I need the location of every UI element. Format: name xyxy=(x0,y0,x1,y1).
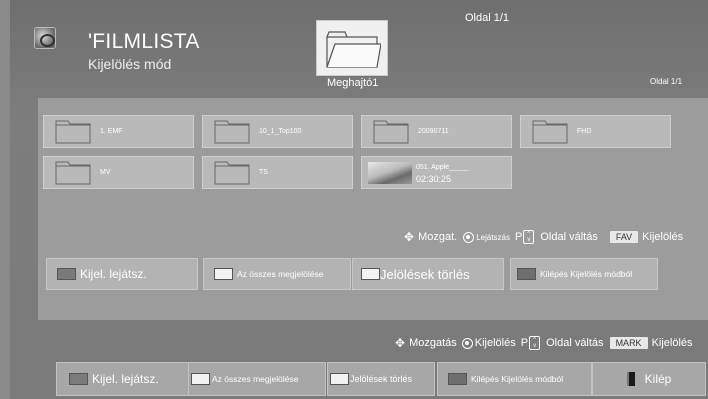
ok-radio-icon xyxy=(463,231,475,243)
blue-key-swatch xyxy=(517,268,536,280)
mode-label: Kijelölés mód xyxy=(88,56,172,72)
folder-icon xyxy=(532,120,568,144)
button-label: Kilépés Kijelölés módból xyxy=(471,374,564,384)
hint-select-2: Kijelölés xyxy=(651,337,693,349)
exit-mark-mode-button[interactable]: Kilépés Kijelölés módból xyxy=(437,362,592,396)
file-browser-panel: 1. EMF 10_1_Top100 20090711 FHD MV TS 05… xyxy=(38,98,708,320)
inner-play-selected-button[interactable]: Kijel. lejátsz. xyxy=(46,258,198,290)
bottom-hint-bar: ✥ Mozgatás Kijelölés P ^ v Oldal váltás M… xyxy=(395,336,693,350)
button-label: Kijel. lejátsz. xyxy=(80,267,147,281)
movie-list-screen: Oldal 1/1 'FILMLISTA Kijelölés mód Megha… xyxy=(10,0,708,399)
hint-p: P xyxy=(520,337,529,349)
folder-name: 10_1_Top100 xyxy=(259,128,302,135)
video-item[interactable]: 051. Apple_____ 02:30:25 xyxy=(361,156,512,189)
page-updown-icon: ^ v xyxy=(529,336,541,350)
button-label: Kijel. lejátsz. xyxy=(92,372,159,386)
video-duration: 02:30:25 xyxy=(416,174,452,184)
folder-name: 1. EMF xyxy=(100,128,123,135)
folder-item[interactable]: FHD xyxy=(520,115,671,148)
clear-marks-button[interactable]: Jelölések törlés xyxy=(327,362,435,396)
button-label: Kilépés Kijelölés módból xyxy=(540,269,633,279)
hint-select: Kijelölés xyxy=(474,337,516,349)
hint-play: Lejátszás xyxy=(476,232,510,242)
button-label: Jelölések törlés xyxy=(380,266,470,282)
select-all-button[interactable]: Az összes megjelölése xyxy=(188,362,326,396)
folder-item[interactable]: 10_1_Top100 xyxy=(202,115,353,148)
yellow-key-swatch xyxy=(330,373,349,385)
folder-icon xyxy=(214,120,250,144)
page-indicator-top: Oldal 1/1 xyxy=(465,12,510,24)
folder-icon xyxy=(55,161,91,185)
video-name: 051. Apple_____ xyxy=(416,164,469,171)
movie-list-app-icon xyxy=(34,27,56,49)
move-arrows-icon: ✥ xyxy=(404,230,415,244)
hint-select: Kijelölés xyxy=(642,231,684,243)
folder-item[interactable]: 20090711 xyxy=(361,115,512,148)
blue-key-swatch xyxy=(448,373,467,385)
inner-select-all-button[interactable]: Az összes megjelölése xyxy=(203,258,351,290)
folder-icon xyxy=(373,120,409,144)
folder-name: 20090711 xyxy=(418,128,449,135)
folder-name: TS xyxy=(259,169,268,176)
folder-name: FHD xyxy=(577,128,592,135)
folder-icon xyxy=(55,120,91,144)
inner-hint-bar: ✥ Mozgat. Lejátszás P ^ v Oldal váltás FA… xyxy=(404,230,683,244)
fav-key: FAV xyxy=(609,231,639,243)
folder-item[interactable]: MV xyxy=(43,156,194,189)
page-updown-icon: ^ v xyxy=(523,230,535,244)
mark-key: MARK xyxy=(609,337,648,349)
button-label: Az összes megjelölése xyxy=(237,269,324,279)
folder-icon xyxy=(214,161,250,185)
drive-selector[interactable] xyxy=(316,20,388,76)
red-key-swatch xyxy=(69,373,88,385)
hint-page-change: Oldal váltás xyxy=(546,337,604,349)
green-key-swatch xyxy=(214,268,233,280)
drive-label: Meghajtó1 xyxy=(327,77,379,89)
folder-item[interactable]: TS xyxy=(202,156,353,189)
ok-radio-icon xyxy=(461,337,473,349)
green-key-swatch xyxy=(191,373,210,385)
video-thumbnail xyxy=(368,162,412,184)
hint-p: P xyxy=(515,231,523,243)
exit-button[interactable]: Kilép xyxy=(592,362,706,396)
folder-icon xyxy=(326,31,381,68)
move-arrows-icon: ✥ xyxy=(395,336,406,350)
button-label: Az összes megjelölése xyxy=(212,374,299,384)
page-title: 'FILMLISTA xyxy=(88,30,200,53)
red-key-swatch xyxy=(57,268,76,280)
button-label: Kilép xyxy=(644,372,672,386)
hint-move: Mozgat. xyxy=(418,231,458,243)
page-indicator-right: Oldal 1/1 xyxy=(650,77,683,86)
folder-name: MV xyxy=(100,169,111,176)
hint-page-change: Oldal váltás xyxy=(540,231,598,243)
exit-icon xyxy=(626,372,635,386)
button-label: Jelölések törlés xyxy=(350,374,413,384)
inner-exit-mark-mode-button[interactable]: Kilépés Kijelölés módból xyxy=(510,258,658,290)
inner-clear-marks-button[interactable]: Jelölések törlés xyxy=(352,258,504,290)
yellow-key-swatch xyxy=(361,268,380,280)
play-selected-button[interactable]: Kijel. lejátsz. xyxy=(56,362,196,396)
hint-move: Mozgatás xyxy=(409,337,457,349)
folder-item[interactable]: 1. EMF xyxy=(43,115,194,148)
